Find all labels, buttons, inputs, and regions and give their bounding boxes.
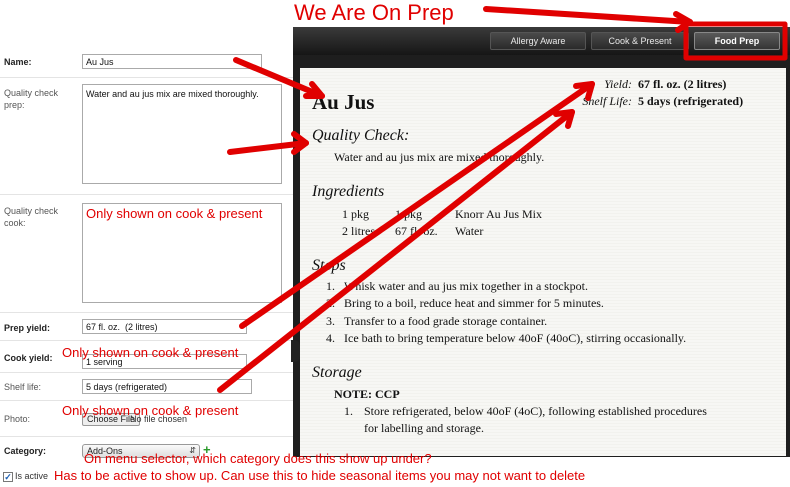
yield-value: 67 fl. oz. (2 litres) bbox=[638, 77, 727, 91]
qc-prep-label: Quality check prep: bbox=[4, 88, 59, 110]
storage-text-line2: for labelling and storage. bbox=[364, 421, 484, 435]
tab-allergy-aware[interactable]: Allergy Aware bbox=[490, 32, 586, 50]
step-number: 2. bbox=[326, 296, 335, 310]
step-number: 1. bbox=[326, 279, 335, 293]
storage-heading: Storage bbox=[312, 364, 362, 381]
qc-prep-textarea[interactable]: Water and au jus mix are mixed thoroughl… bbox=[82, 84, 282, 184]
steps-heading: Steps bbox=[312, 257, 346, 274]
is-active-checkbox[interactable]: ✓ bbox=[3, 472, 13, 482]
storage-number: 1. bbox=[344, 404, 353, 418]
quality-check-text: Water and au jus mix are mixed thoroughl… bbox=[334, 150, 545, 164]
ingredients-heading: Ingredients bbox=[312, 183, 385, 200]
recipe-title: Au Jus bbox=[312, 90, 375, 114]
tab-cook-present[interactable]: Cook & Present bbox=[591, 32, 689, 50]
recipe-meta: Yield: 67 fl. oz. (2 litres) Shelf Life: 5… bbox=[570, 76, 743, 110]
shelf-life-meta-label: Shelf Life: bbox=[582, 94, 632, 108]
step-text: Whisk water and au jus mix together in a… bbox=[344, 279, 588, 293]
prep-yield-row: Prep yield: bbox=[0, 313, 296, 341]
shelf-life-meta-value: 5 days (refrigerated) bbox=[638, 94, 744, 108]
step-text: Transfer to a food grade storage contain… bbox=[344, 314, 548, 328]
menu-question-annotation: On menu selector, which category does th… bbox=[84, 451, 432, 466]
ingredient-qty-metric: 1 pkg bbox=[342, 207, 369, 221]
shelf-life-label: Shelf life: bbox=[4, 382, 42, 392]
qc-prep-row: Quality check prep: Water and au jus mix… bbox=[0, 78, 296, 195]
name-label: Name: bbox=[4, 57, 32, 67]
prep-yield-label: Prep yield: bbox=[4, 323, 51, 333]
prep-yield-input[interactable] bbox=[82, 319, 247, 334]
is-active-label: Is active bbox=[15, 471, 49, 481]
cook-only-annotation: Only shown on cook & present bbox=[86, 206, 263, 221]
step-number: 3. bbox=[326, 314, 335, 328]
yield-label: Yield: bbox=[604, 77, 632, 91]
ingredient-qty-imperial: 1 pkg bbox=[395, 207, 422, 221]
recipe-card: Yield: 67 fl. oz. (2 litres) Shelf Life: 5… bbox=[300, 68, 786, 456]
headline-annotation: We Are On Prep bbox=[294, 0, 454, 25]
cook-only-annotation: Only shown on cook & present bbox=[62, 345, 239, 360]
headline-arrow bbox=[483, 6, 693, 25]
storage-note: NOTE: CCP bbox=[334, 387, 400, 401]
quality-check-heading: Quality Check: bbox=[312, 127, 410, 144]
shelf-life-input[interactable] bbox=[82, 379, 252, 394]
ingredient-qty-imperial: 67 fl. oz. bbox=[395, 224, 438, 238]
shelf-life-row: Shelf life: bbox=[0, 373, 296, 401]
ingredient-name: Knorr Au Jus Mix bbox=[455, 207, 543, 221]
storage-text-line1: Store refrigerated, below 40oF (4oC), fo… bbox=[364, 404, 707, 418]
step-number: 4. bbox=[326, 331, 335, 345]
step-text: Ice bath to bring temperature below 40oF… bbox=[344, 331, 687, 345]
qc-cook-label: Quality check cook: bbox=[4, 206, 59, 228]
name-row: Name: bbox=[0, 50, 296, 78]
tab-food-prep[interactable]: Food Prep bbox=[694, 32, 780, 50]
name-input[interactable] bbox=[82, 54, 262, 69]
ingredient-name: Water bbox=[455, 224, 484, 238]
cook-only-annotation: Only shown on cook & present bbox=[62, 403, 239, 418]
active-note-annotation: Has to be active to show up. Can use thi… bbox=[54, 468, 586, 483]
side-handle[interactable] bbox=[291, 340, 300, 362]
step-text: Bring to a boil, reduce heat and simmer … bbox=[344, 296, 604, 310]
ingredient-qty-metric: 2 litres bbox=[342, 224, 375, 238]
category-label: Category: bbox=[4, 446, 47, 456]
